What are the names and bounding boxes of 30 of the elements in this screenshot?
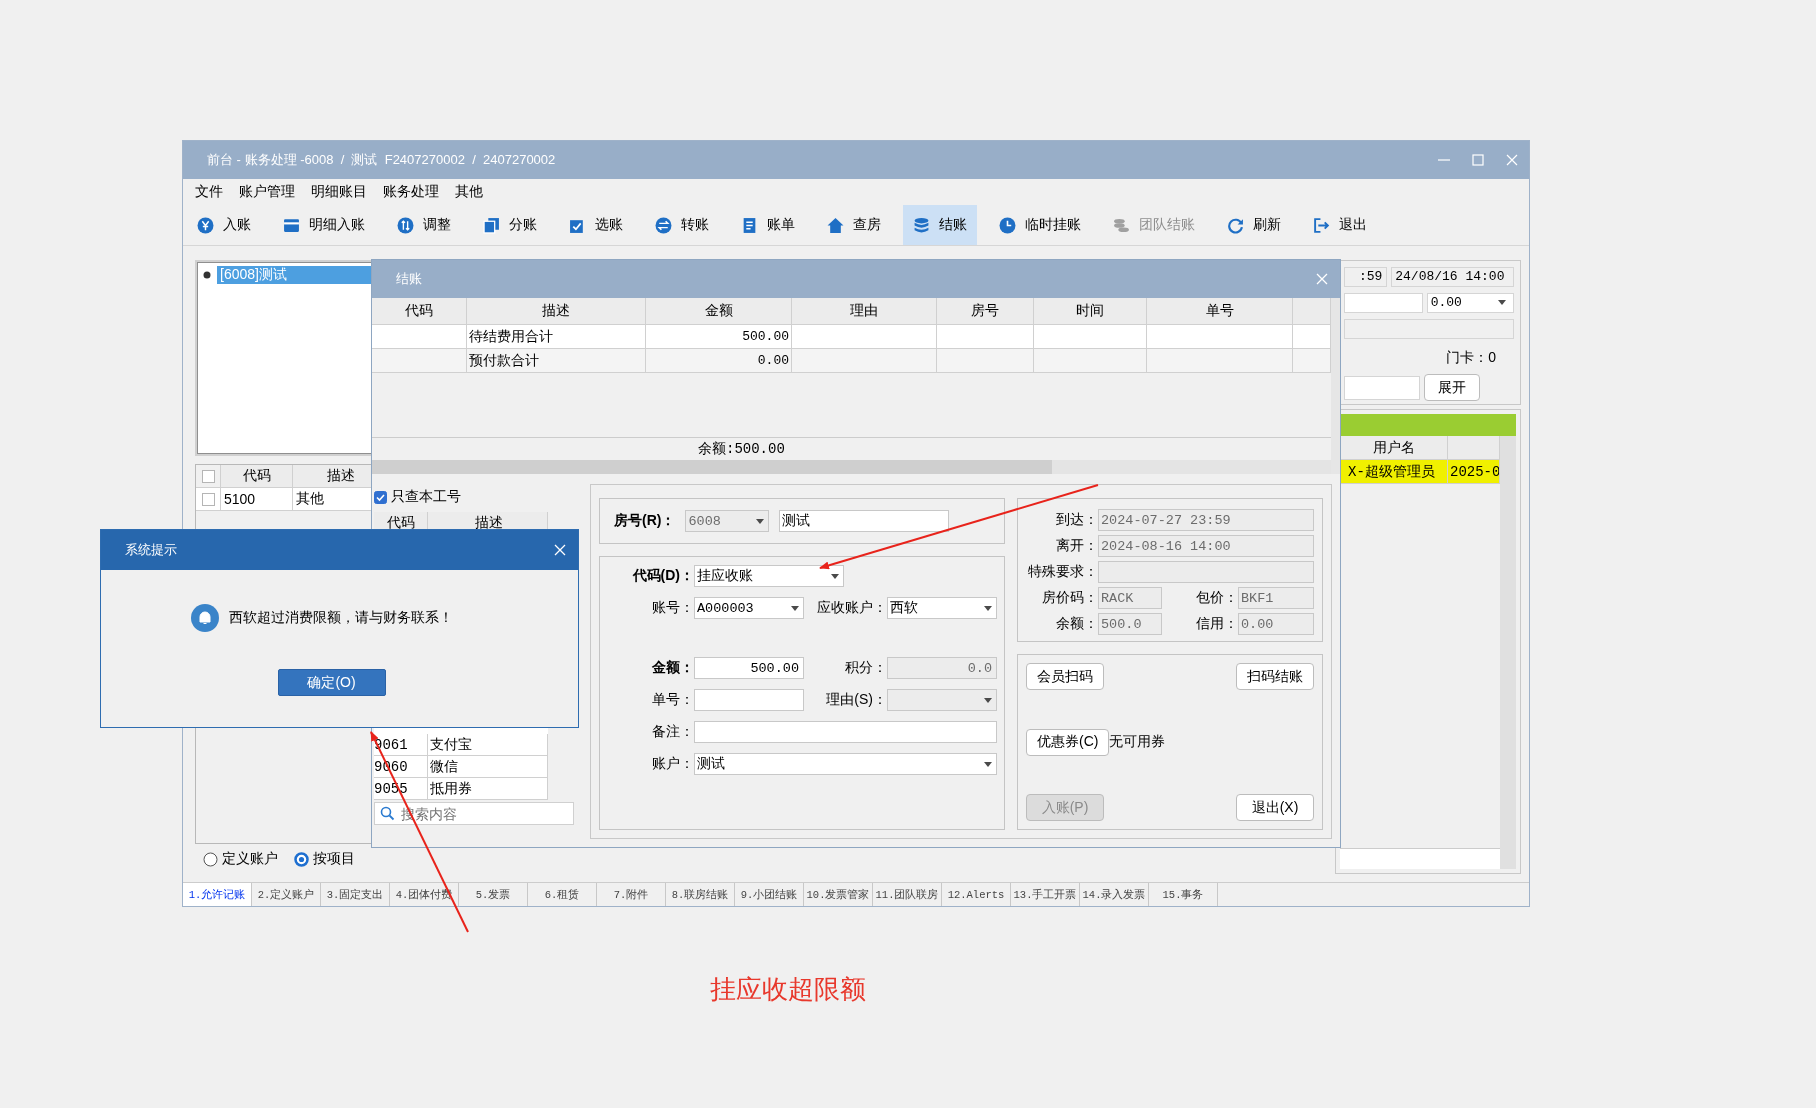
dialog-title: 结账 — [396, 270, 422, 288]
field-label: 账户： — [651, 755, 694, 773]
field-label: 房价码： — [1041, 589, 1098, 607]
table-cell: 2025-0 — [1448, 460, 1500, 484]
card-count: 门卡：0 — [1446, 349, 1496, 367]
window-title: 前台 - 账务处理 -6008 / 测试 F2407270002 / 2407270002 — [207, 151, 557, 169]
table-cell: 0.00 — [646, 349, 792, 373]
field-label: 代码(D)： — [631, 567, 694, 585]
balance-total: 余额:500.00 — [698, 440, 785, 458]
annotation-caption: 挂应收超限额 — [710, 973, 866, 1006]
field-label: 房号(R)： — [614, 512, 676, 530]
field-label: 包价： — [1195, 589, 1238, 607]
field-label: 金额： — [651, 659, 694, 677]
field-label: 单号： — [651, 691, 694, 709]
field-label: 信用： — [1195, 615, 1238, 633]
field-label: 账号： — [651, 599, 694, 617]
alert-message: 西软超过消费限额，请与财务联系！ — [229, 609, 453, 627]
field-label: 积分： — [844, 659, 887, 677]
field-label: 备注： — [651, 723, 694, 741]
table-cell: 抵用券 — [428, 778, 548, 800]
dialog-title: 系统提示 — [125, 541, 177, 559]
field-label: 理由(S)： — [825, 691, 887, 709]
field-label: 特殊要求： — [1027, 563, 1098, 581]
table-cell: 预付款合计 — [467, 349, 646, 373]
table-cell: 5100 — [221, 488, 293, 511]
field-label: 余额： — [1055, 615, 1098, 633]
field-label: 应收账户： — [816, 599, 887, 617]
field-label: 离开： — [1055, 537, 1098, 555]
coupon-note: 无可用券 — [1109, 733, 1166, 751]
field-label: 到达： — [1055, 511, 1098, 529]
